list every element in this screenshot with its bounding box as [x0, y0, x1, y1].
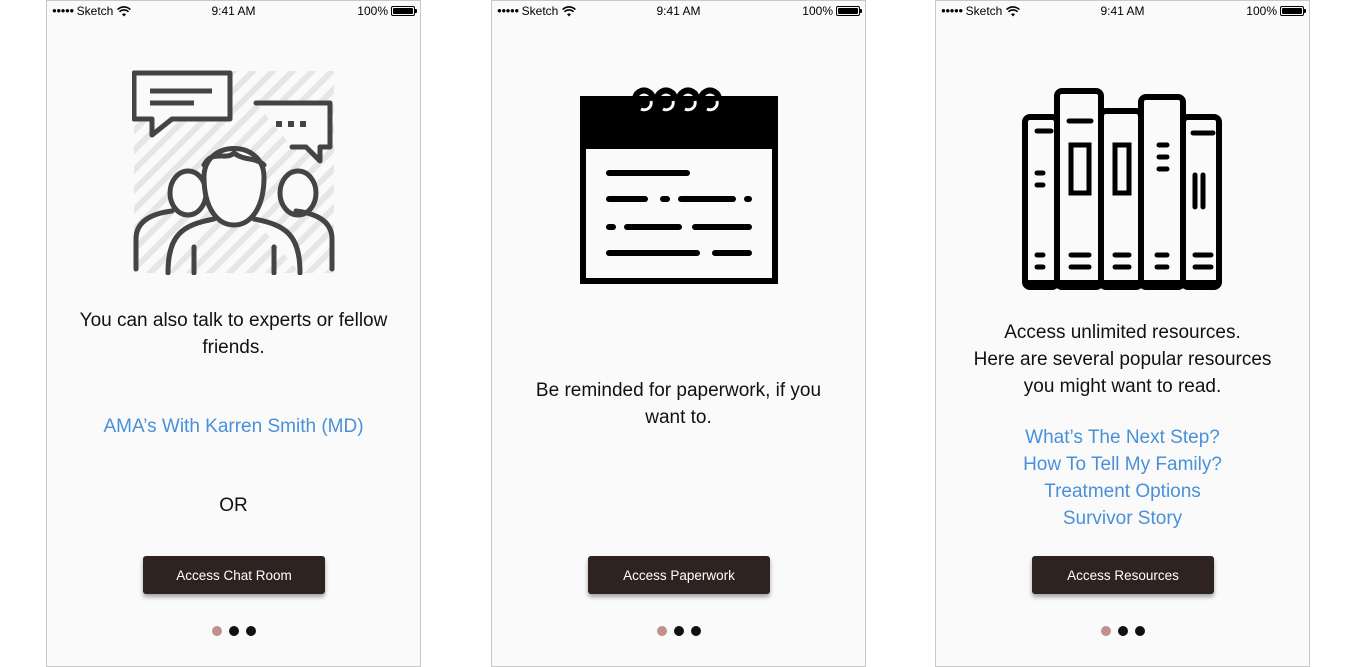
resource-link-next-step[interactable]: What’s The Next Step?: [946, 424, 1299, 451]
status-bar: ●●●●● Sketch 9:41 AM 100%: [936, 1, 1309, 23]
access-resources-button[interactable]: Access Resources: [1032, 556, 1214, 594]
screen-description: Be reminded for paperwork, if you want t…: [535, 380, 822, 428]
page-indicator[interactable]: [47, 626, 420, 636]
page-indicator[interactable]: [492, 626, 865, 636]
access-paperwork-button[interactable]: Access Paperwork: [588, 556, 770, 594]
page-dot-active[interactable]: [1100, 626, 1111, 636]
ama-link[interactable]: AMA’s With Karren Smith (MD): [57, 413, 410, 440]
page-dot[interactable]: [690, 626, 701, 636]
page-dot[interactable]: [245, 626, 256, 636]
page-dot-active[interactable]: [656, 626, 667, 636]
battery-percent: 100%: [357, 4, 388, 18]
page-dot-active[interactable]: [211, 626, 222, 636]
people-chat-icon: [47, 69, 420, 275]
resource-link-tell-family[interactable]: How To Tell My Family?: [946, 451, 1299, 478]
page-dot[interactable]: [1134, 626, 1145, 636]
battery-icon: [391, 6, 417, 16]
screen-description: Access unlimited resources. Here are sev…: [973, 322, 1272, 397]
onboarding-screen-paperwork: ●●●●● Sketch 9:41 AM 100% Be reminded fo…: [491, 0, 866, 667]
onboarding-screen-resources: ●●●●● Sketch 9:41 AM 100% Access unlimit…: [935, 0, 1310, 667]
calendar-icon: [492, 79, 865, 285]
battery-percent: 100%: [1246, 4, 1277, 18]
page-dot[interactable]: [1117, 626, 1128, 636]
onboarding-screen-chat: ●●●●● Sketch 9:41 AM 100% You can also t…: [46, 0, 421, 667]
battery-percent: 100%: [802, 4, 833, 18]
battery-icon: [836, 6, 862, 16]
page-indicator[interactable]: [936, 626, 1309, 636]
resource-link-survivor-story[interactable]: Survivor Story: [946, 505, 1299, 532]
or-separator: OR: [219, 495, 248, 516]
status-bar: ●●●●● Sketch 9:41 AM 100%: [492, 1, 865, 23]
screen-description: You can also talk to experts or fellow f…: [79, 310, 388, 358]
page-dot[interactable]: [673, 626, 684, 636]
battery-icon: [1280, 6, 1306, 16]
access-chat-room-button[interactable]: Access Chat Room: [143, 556, 325, 594]
resource-link-treatment-options[interactable]: Treatment Options: [946, 478, 1299, 505]
books-icon: [936, 87, 1309, 293]
status-bar: ●●●●● Sketch 9:41 AM 100%: [47, 1, 420, 23]
page-dot[interactable]: [228, 626, 239, 636]
